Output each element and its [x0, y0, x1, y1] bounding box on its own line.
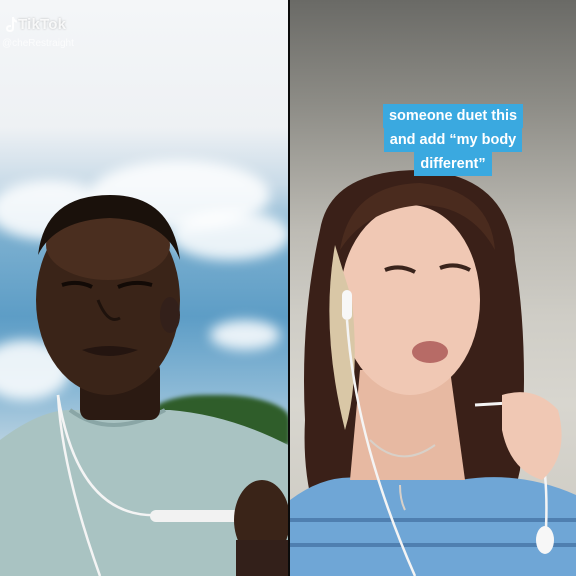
- left-duet-panel: TikTok @cheRestraight: [0, 0, 288, 576]
- duet-video-frame: TikTok @cheRestraight someone duet this …: [0, 0, 576, 576]
- tiktok-note-icon: [6, 17, 17, 32]
- caption-line-1: someone duet this: [382, 104, 524, 128]
- creator-username: @cheRestraight: [2, 38, 74, 49]
- tiktok-brand-label: TikTok: [18, 16, 67, 33]
- caption-line-2: and add “my body: [383, 128, 523, 152]
- caption-sticker: someone duet this and add “my body diffe…: [372, 104, 534, 176]
- woman-with-earphones: [290, 170, 576, 576]
- right-duet-panel: [290, 0, 576, 576]
- man-in-grey-shirt: [0, 195, 288, 576]
- tiktok-watermark: TikTok @cheRestraight: [2, 14, 122, 54]
- caption-line-3: different”: [414, 152, 492, 176]
